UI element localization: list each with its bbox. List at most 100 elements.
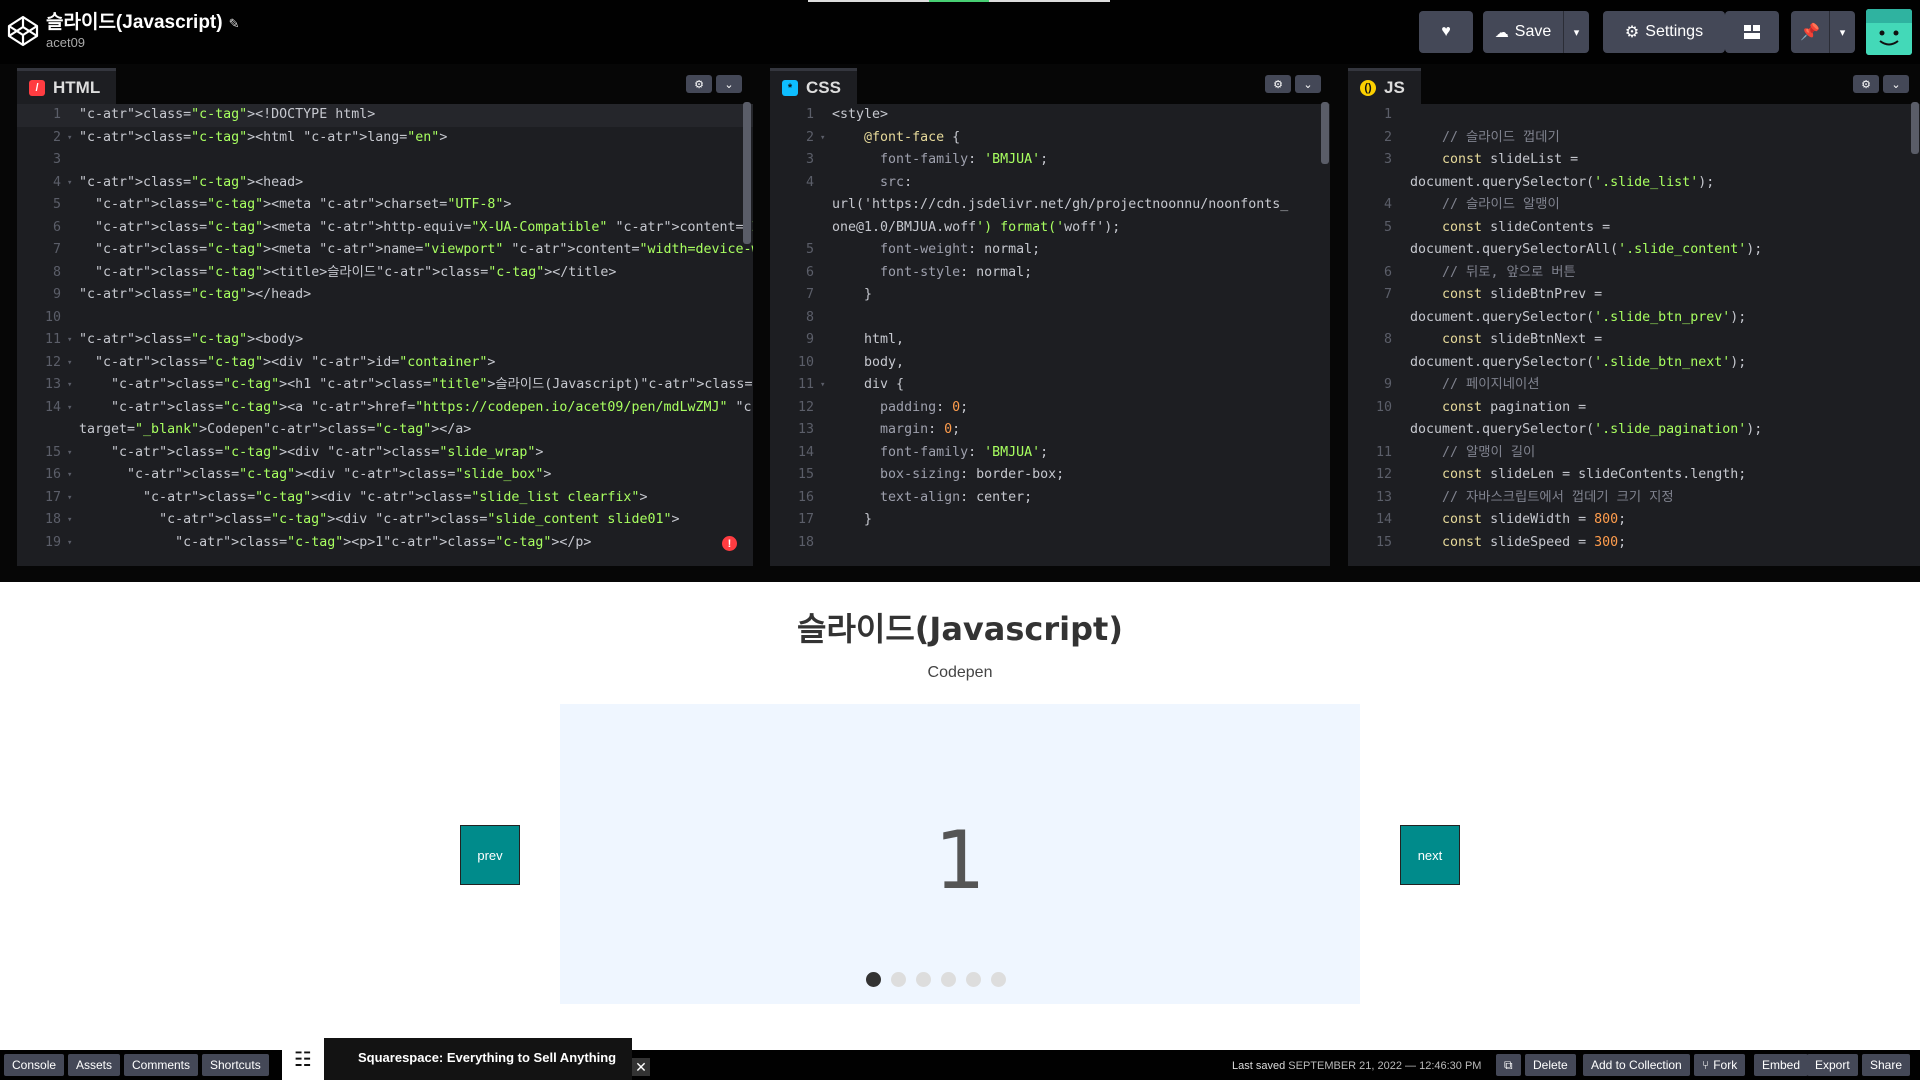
css-collapse-chevron-icon[interactable]: ⌄ — [1295, 75, 1321, 93]
code-line[interactable]: 7 "c-atr">class="c-tag"><meta "c-atr">na… — [17, 239, 753, 262]
css-scrollbar[interactable] — [1321, 102, 1329, 164]
pin-button[interactable]: 📌 ▾ — [1791, 11, 1855, 53]
code-line[interactable]: 5 font-weight: normal; — [770, 239, 1330, 262]
fold-chevron-icon[interactable]: ▾ — [820, 374, 825, 397]
preview-codepen-link[interactable]: Codepen — [0, 664, 1920, 682]
save-dropdown-chevron-icon[interactable]: ▾ — [1563, 11, 1589, 53]
fork-button[interactable]: ⑂ Fork — [1694, 1054, 1746, 1076]
prev-button[interactable]: prev — [460, 825, 520, 885]
code-line[interactable]: 7 const slideBtnPrev = — [1348, 284, 1920, 307]
layout-button[interactable] — [1725, 11, 1779, 53]
code-line[interactable]: 15 box-sizing: border-box; — [770, 464, 1330, 487]
code-line[interactable]: 4 // 슬라이드 알맹이 — [1348, 194, 1920, 217]
code-line[interactable]: 2 ▾ "c-atr">class="c-tag"><html "c-atr">la… — [17, 127, 753, 150]
code-line[interactable]: 15 ▾ "c-atr">class="c-tag"><div "c-atr">c… — [17, 442, 753, 465]
code-line[interactable]: 5 "c-atr">class="c-tag"><meta "c-atr">ch… — [17, 194, 753, 217]
tab-css[interactable]: * CSS — [770, 68, 857, 104]
code-line[interactable]: 14 ▾ "c-atr">class="c-tag"><a "c-atr">hre… — [17, 397, 753, 420]
fold-chevron-icon[interactable]: ▾ — [67, 464, 72, 487]
fold-chevron-icon[interactable]: ▾ — [67, 329, 72, 352]
pen-title-text[interactable]: 슬라이드(Javascript) — [46, 12, 223, 33]
code-line[interactable]: 2 // 슬라이드 껍데기 — [1348, 127, 1920, 150]
console-button[interactable]: Console — [4, 1054, 65, 1076]
html-scrollbar[interactable] — [743, 102, 751, 244]
js-code-editor[interactable]: 12 // 슬라이드 껍데기 3 const slideList = documen… — [1348, 104, 1920, 566]
code-line[interactable]: document.querySelector('.slide_btn_prev'… — [1348, 307, 1920, 330]
code-line[interactable]: 9 "c-atr">class="c-tag"></head> — [17, 284, 753, 307]
next-button[interactable]: next — [1400, 825, 1460, 885]
code-line[interactable]: 2 ▾ @font-face { — [770, 127, 1330, 150]
code-line[interactable]: 16 ▾ "c-atr">class="c-tag"><div "c-atr">c… — [17, 464, 753, 487]
code-line[interactable]: 3 — [17, 149, 753, 172]
fold-chevron-icon[interactable]: ▾ — [67, 532, 72, 555]
love-button[interactable]: ♥ — [1419, 11, 1473, 53]
code-line[interactable]: 17 } — [770, 509, 1330, 532]
code-line[interactable]: 12 ▾ "c-atr">class="c-tag"><div "c-atr">i… — [17, 352, 753, 375]
comments-button[interactable]: Comments — [124, 1054, 199, 1076]
code-line[interactable]: 9 html, — [770, 329, 1330, 352]
code-line[interactable]: 4 src: — [770, 172, 1330, 195]
code-line[interactable]: document.querySelectorAll('.slide_conten… — [1348, 239, 1920, 262]
pagination-dot[interactable] — [941, 972, 956, 987]
edit-pencil-icon[interactable]: ✎ — [229, 16, 240, 31]
share-button[interactable]: Share — [1862, 1054, 1911, 1076]
pagination-dot[interactable] — [991, 972, 1006, 987]
code-line[interactable]: 8 — [770, 307, 1330, 330]
pagination-dot[interactable] — [891, 972, 906, 987]
assets-button[interactable]: Assets — [68, 1054, 121, 1076]
code-line[interactable]: 1 — [1348, 104, 1920, 127]
ad-text[interactable]: Squarespace: Everything to Sell Anything — [358, 1050, 616, 1065]
code-line[interactable]: 6 font-style: normal; — [770, 262, 1330, 285]
external-view-button[interactable]: ⧉ — [1496, 1054, 1521, 1076]
tab-html[interactable]: / HTML — [17, 68, 117, 104]
code-line[interactable]: 3 const slideList = — [1348, 149, 1920, 172]
fold-chevron-icon[interactable]: ▾ — [67, 487, 72, 510]
html-collapse-chevron-icon[interactable]: ⌄ — [716, 75, 742, 93]
code-line[interactable]: 6 // 뒤로, 앞으로 버튼 — [1348, 262, 1920, 285]
code-line[interactable]: url('https://cdn.jsdelivr.net/gh/project… — [770, 194, 1330, 217]
code-line[interactable]: 6 "c-atr">class="c-tag"><meta "c-atr">ht… — [17, 217, 753, 240]
fold-chevron-icon[interactable]: ▾ — [67, 374, 72, 397]
code-line[interactable]: 17 ▾ "c-atr">class="c-tag"><div "c-atr">c… — [17, 487, 753, 510]
pin-dropdown-chevron-icon[interactable]: ▾ — [1829, 11, 1855, 53]
code-line[interactable]: target="_blank">Codepen"c-atr">class="c-… — [17, 419, 753, 442]
code-line[interactable]: 15 const slideSpeed = 300; — [1348, 532, 1920, 555]
js-scrollbar[interactable] — [1911, 102, 1919, 154]
css-settings-icon[interactable]: ⚙ — [1265, 75, 1291, 93]
tab-js[interactable]: () JS — [1348, 68, 1421, 104]
user-avatar[interactable] — [1866, 9, 1912, 55]
delete-button[interactable]: Delete — [1525, 1054, 1576, 1076]
code-line[interactable]: 12 const slideLen = slideContents.length… — [1348, 464, 1920, 487]
css-code-editor[interactable]: 1 <style> 2 ▾ @font-face {3 font-family: 'B… — [770, 104, 1330, 566]
sponsor-ad[interactable]: ☷ Squarespace: Everything to Sell Anythi… — [282, 1038, 632, 1080]
code-line[interactable]: document.querySelector('.slide_btn_next'… — [1348, 352, 1920, 375]
fold-chevron-icon[interactable]: ▾ — [67, 509, 72, 532]
code-line[interactable]: one@1.0/BMJUA.woff') format('woff'); — [770, 217, 1330, 240]
code-line[interactable]: 10 — [17, 307, 753, 330]
code-line[interactable]: 4 ▾ "c-atr">class="c-tag"><head> — [17, 172, 753, 195]
html-code-editor[interactable]: 1 "c-atr">class="c-tag"><!DOCTYPE html> 2 ▾… — [17, 104, 753, 566]
code-line[interactable]: 16 text-align: center; — [770, 487, 1330, 510]
code-line[interactable]: 7 } — [770, 284, 1330, 307]
error-icon[interactable]: ! — [722, 536, 737, 551]
code-line[interactable]: 3 font-family: 'BMJUA'; — [770, 149, 1330, 172]
code-line[interactable]: 11 // 알맹이 길이 — [1348, 442, 1920, 465]
export-button[interactable]: Export — [1807, 1054, 1858, 1076]
code-line[interactable]: 10 body, — [770, 352, 1330, 375]
js-settings-icon[interactable]: ⚙ — [1853, 75, 1879, 93]
code-line[interactable]: 1 <style> — [770, 104, 1330, 127]
html-settings-icon[interactable]: ⚙ — [686, 75, 712, 93]
settings-button[interactable]: ⚙ Settings — [1603, 11, 1725, 53]
fold-chevron-icon[interactable]: ▾ — [67, 397, 72, 420]
fold-chevron-icon[interactable]: ▾ — [67, 442, 72, 465]
embed-button[interactable]: Embed — [1754, 1054, 1809, 1076]
code-line[interactable]: 18 ▾ "c-atr">class="c-tag"><div "c-atr">c… — [17, 509, 753, 532]
code-line[interactable]: 13 ▾ "c-atr">class="c-tag"><h1 "c-atr">cl… — [17, 374, 753, 397]
code-line[interactable]: 11 ▾ "c-atr">class="c-tag"><body> — [17, 329, 753, 352]
fold-chevron-icon[interactable]: ▾ — [820, 127, 825, 150]
fold-chevron-icon[interactable]: ▾ — [67, 127, 72, 150]
pagination-dot[interactable] — [866, 972, 881, 987]
codepen-logo-icon[interactable] — [6, 14, 40, 48]
fold-chevron-icon[interactable]: ▾ — [67, 172, 72, 195]
pen-author[interactable]: acet09 — [46, 35, 85, 50]
